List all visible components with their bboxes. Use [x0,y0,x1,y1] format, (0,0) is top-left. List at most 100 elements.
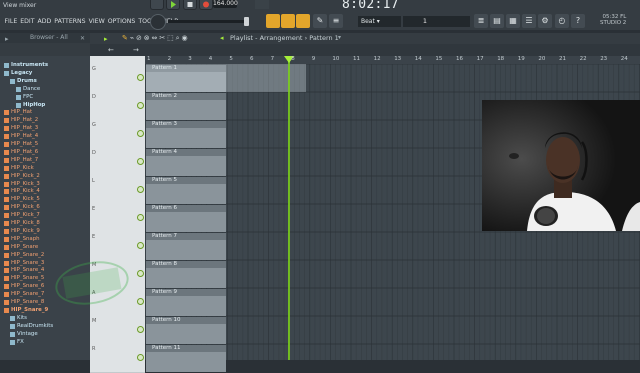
menu-add[interactable]: ADD [36,17,53,27]
browser-item[interactable]: Vintage [17,331,38,338]
track-mute-toggle[interactable] [137,186,144,193]
pencil-tool-icon[interactable]: ✎ [122,34,128,42]
track-mute-toggle[interactable] [137,214,144,221]
browser-item[interactable]: Dance [23,86,40,93]
snap-toggle-button[interactable] [281,14,295,28]
browser-item[interactable]: HipHop [23,102,45,109]
zoom-tool-icon[interactable]: ⌕ [176,34,180,42]
slider-handle[interactable] [244,17,249,26]
browser-item[interactable]: HIP_Snare_2 [11,252,44,259]
slip-tool-icon[interactable]: ⇔ [152,34,158,42]
piano-roll-button[interactable]: ▤ [490,14,504,28]
browser-item[interactable]: FPC [23,94,33,101]
menu-patterns[interactable]: PATTERNS [53,17,87,27]
mute-tool-icon[interactable]: ⊗ [144,34,150,42]
browser-item[interactable]: Drums [17,78,37,85]
time-selection[interactable] [146,64,306,92]
browser-button[interactable]: ☰ [522,14,536,28]
help-button[interactable]: ? [571,14,585,28]
browser-item[interactable]: HIP_Snare [11,244,38,251]
track-mute-toggle[interactable] [137,242,144,249]
record-button[interactable] [199,0,213,10]
browser-item[interactable]: FX [17,339,24,346]
browser-item[interactable]: HIP_Hat_3 [11,125,38,132]
song-mode-button[interactable] [150,0,164,10]
playlist-toolbar [90,44,640,56]
browser-item[interactable]: HIP_Hat_4 [11,133,38,140]
mixer-window-button[interactable]: ≣ [474,14,488,28]
playhead-line[interactable] [288,56,290,360]
pencil-tool-button[interactable]: ✎ [313,14,327,28]
menu-file[interactable]: FILE [3,17,19,27]
playlist-pattern-crumb[interactable]: Pattern 1 [309,34,339,42]
browser-item[interactable]: Kits [17,315,27,322]
snap-selector[interactable]: Beat ▾ [358,16,401,27]
browser-item[interactable]: HIP_Kick_5 [11,196,40,203]
menu-options[interactable]: OPTIONS [106,17,137,27]
track-mute-toggle[interactable] [137,102,144,109]
cpu-button[interactable]: ◴ [555,14,569,28]
browser-item[interactable]: HIP_Kick_8 [11,220,40,227]
browser-item[interactable]: HIP_Snare_4 [11,267,44,274]
browser-item[interactable]: HIP_Kick_4 [11,188,40,195]
browser-options-icon[interactable]: ▸ [5,35,9,43]
menu-edit[interactable]: EDIT [19,17,36,27]
slice-tool-icon[interactable]: ✂ [159,34,165,42]
browser-item[interactable]: HIP_Snare_3 [11,260,44,267]
close-icon[interactable]: ✕ [80,35,85,42]
pattern-number-selector[interactable]: 1 [403,16,430,27]
browser-item[interactable]: HIP_Hat_6 [11,149,38,156]
audio-file-icon [4,284,9,290]
track-mute-toggle[interactable] [137,130,144,137]
browser-item[interactable]: Instruments [11,62,48,69]
browser-item[interactable]: HIP_Kick_7 [11,212,40,219]
browser-item[interactable]: HIP_Kick_6 [11,204,40,211]
channel-rack-button[interactable]: ▦ [506,14,520,28]
pattern-mode-toggle[interactable] [255,0,269,9]
browser-item[interactable]: HIP_Hat_7 [11,157,38,164]
arrow-right-icon[interactable]: → [133,46,139,54]
play-button[interactable] [166,0,180,10]
master-volume-knob[interactable] [150,14,166,30]
cpu-line-2: STUDIO 2 [600,20,627,26]
mixer-button[interactable]: ≡ [329,14,343,28]
browser-item[interactable]: HIP_Kick_2 [11,173,40,180]
playback-tool-icon[interactable]: ◉ [182,34,188,42]
track-mute-toggle[interactable] [137,158,144,165]
browser-item[interactable]: HIP_Snare_9 [11,307,48,314]
ruler-bar-number: 5 [229,56,233,62]
delete-tool-icon[interactable]: ⊘ [136,34,142,42]
browser-item[interactable]: HIP_Snare_7 [11,291,44,298]
playlist-options-icon[interactable]: ▸ [104,35,108,43]
track-mute-toggle[interactable] [137,326,144,333]
browser-item[interactable]: HIP_Kick_9 [11,228,40,235]
browser-item[interactable]: HIP_Snare_8 [11,299,44,306]
arrow-left-icon[interactable]: ← [108,46,114,54]
menu-view[interactable]: VIEW [87,17,106,27]
browser-item[interactable]: HIP_Hat [11,109,32,116]
tempo-display[interactable]: 164.000 [213,0,238,8]
plugin-picker-button[interactable]: ⚙ [538,14,552,28]
brush-tool-icon[interactable]: ⌁ [130,34,134,42]
browser-item[interactable]: RealDrumkits [17,323,53,330]
master-pitch-slider[interactable] [168,20,248,23]
browser-item[interactable]: HIP_Snare_6 [11,283,44,290]
typing-keyboard-button[interactable] [296,14,310,28]
browser-item[interactable]: HIP_Snare_5 [11,275,44,282]
browser-item[interactable]: HIP_Kick_3 [11,181,40,188]
track-name: G [92,122,96,128]
browser-item[interactable]: HIP_Snaph [11,236,40,243]
track-mute-toggle[interactable] [137,270,144,277]
browser-item[interactable]: HIP_Kick [11,165,34,172]
browser-item[interactable]: HIP_Hat_2 [11,117,38,124]
ruler-bar-number: 15 [435,56,443,62]
pattern-selector[interactable] [430,16,470,27]
track-mute-toggle[interactable] [137,298,144,305]
browser-icon: ☰ [525,16,533,25]
browser-item[interactable]: Legacy [11,70,32,77]
select-tool-icon[interactable]: ⬚ [167,34,174,42]
stop-button[interactable] [183,0,197,10]
track-mute-toggle[interactable] [137,74,144,81]
browser-item[interactable]: HIP_Hat_5 [11,141,38,148]
step-edit-button[interactable] [266,14,280,28]
